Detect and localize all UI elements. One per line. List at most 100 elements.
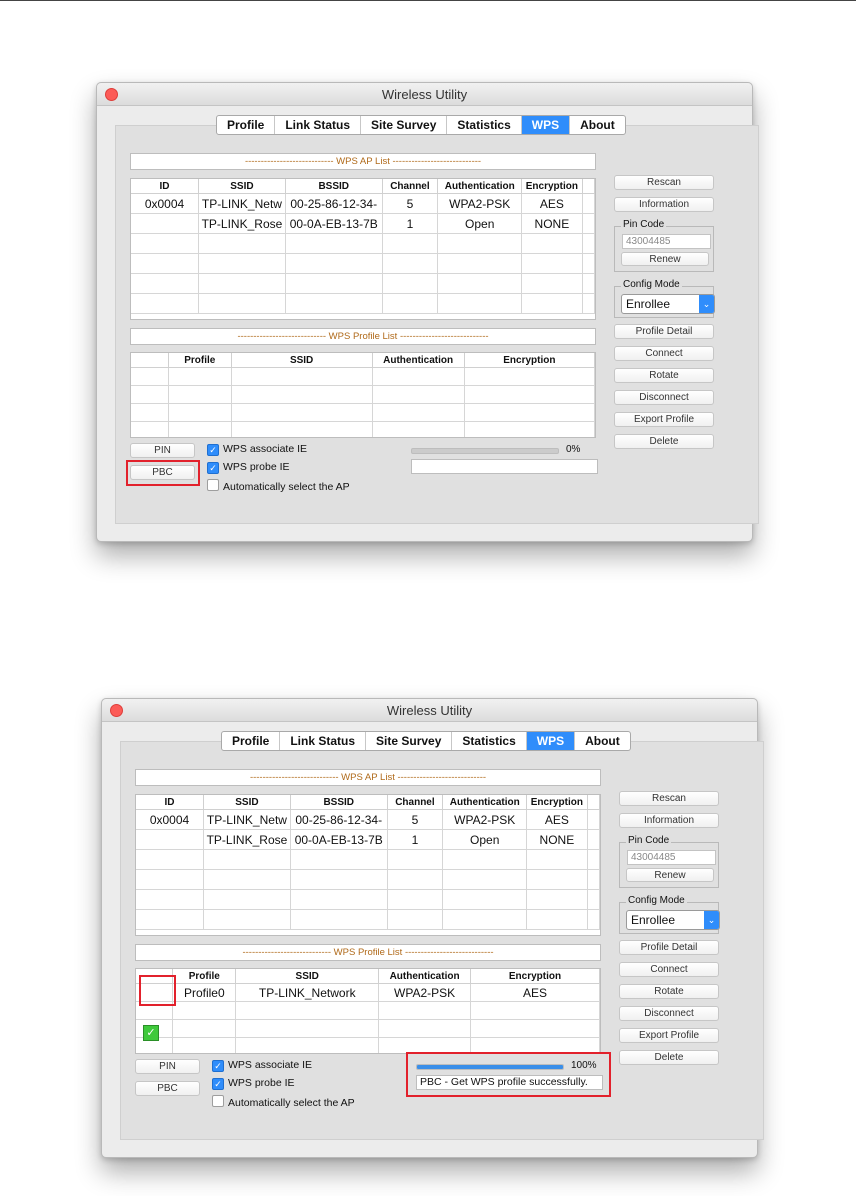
checkbox-wps-associate-ie[interactable]: ✓ WPS associate IE <box>212 1059 312 1072</box>
table-cell <box>172 1037 237 1053</box>
rescan-button[interactable]: Rescan <box>614 175 714 190</box>
checkmark-icon[interactable]: ✓ <box>212 1060 224 1072</box>
pin-button[interactable]: PIN <box>135 1059 200 1074</box>
table-row[interactable]: Profile0 TP-LINK_Network WPA2-PSK AES <box>136 983 600 1002</box>
table-cell <box>382 293 439 314</box>
title-bar: Wireless Utility <box>97 83 752 106</box>
table-row[interactable] <box>131 273 595 294</box>
table-row[interactable] <box>131 367 595 386</box>
checkbox-automatically-select-the-ap[interactable]: Automatically select the AP <box>212 1095 355 1109</box>
table-row[interactable]: TP-LINK_Rose 00-0A-EB-13-7B 1 Open NONE <box>136 829 600 850</box>
export-profile-button[interactable]: Export Profile <box>619 1028 719 1043</box>
connect-button[interactable]: Connect <box>619 962 719 977</box>
tab-about[interactable]: About <box>570 116 625 134</box>
table-row[interactable]: TP-LINK_Rose 00-0A-EB-13-7B 1 Open NONE <box>131 213 595 234</box>
table-cell <box>437 233 523 254</box>
table-cell <box>378 1019 471 1038</box>
tab-profile[interactable]: Profile <box>222 732 281 750</box>
table-row[interactable] <box>131 385 595 404</box>
rotate-button[interactable]: Rotate <box>619 984 719 999</box>
tab-profile[interactable]: Profile <box>217 116 276 134</box>
tab-statistics[interactable]: Statistics <box>447 116 522 134</box>
table-cell: TP-LINK_Rose <box>203 829 291 850</box>
pbc-button[interactable]: PBC <box>135 1081 200 1096</box>
table-cell: Open <box>442 829 528 850</box>
disconnect-button[interactable]: Disconnect <box>619 1006 719 1021</box>
table-cell <box>172 1019 237 1038</box>
empty-checkbox-icon[interactable] <box>207 479 219 491</box>
tab-about[interactable]: About <box>575 732 630 750</box>
pin-code-field[interactable]: 43004485 <box>627 850 716 865</box>
table-cell <box>521 233 583 254</box>
table-cell <box>470 1001 600 1020</box>
table-row[interactable] <box>136 1019 600 1038</box>
profile-list-table: Profile SSID Authentication Encryption <box>131 353 595 437</box>
table-row[interactable] <box>131 233 595 254</box>
column-header-encryption: Encryption <box>470 969 600 984</box>
checkmark-icon[interactable]: ✓ <box>207 462 219 474</box>
pin-button[interactable]: PIN <box>130 443 195 458</box>
information-button[interactable]: Information <box>619 813 719 828</box>
export-profile-button[interactable]: Export Profile <box>614 412 714 427</box>
profile-detail-button[interactable]: Profile Detail <box>619 940 719 955</box>
tab-wps[interactable]: WPS <box>526 732 576 750</box>
profile-list-table: Profile SSID Authentication Encryption Profi… <box>136 969 600 1053</box>
connect-button[interactable]: Connect <box>614 346 714 361</box>
table-row[interactable] <box>131 403 595 422</box>
table-cell <box>136 909 204 930</box>
ap-list-header-row: ID SSID BSSID Channel Authentication Encrypti… <box>136 795 600 810</box>
empty-checkbox-icon[interactable] <box>212 1095 224 1107</box>
config-mode-select[interactable]: Enrollee ⌄ <box>626 910 720 930</box>
table-cell <box>231 367 373 386</box>
checkbox-wps-associate-ie[interactable]: ✓ WPS associate IE <box>207 443 307 456</box>
rotate-button[interactable]: Rotate <box>614 368 714 383</box>
checkbox-wps-probe-ie[interactable]: ✓ WPS probe IE <box>207 461 290 474</box>
tab-site-survey[interactable]: Site Survey <box>366 732 453 750</box>
table-row[interactable] <box>136 1001 600 1020</box>
checkbox-automatically-select-the-ap[interactable]: Automatically select the AP <box>207 479 350 493</box>
wps-profile-list-header: ---------------------------- WPS Profile… <box>135 944 601 961</box>
table-row[interactable] <box>136 889 600 910</box>
table-cell <box>198 233 286 254</box>
table-row[interactable] <box>131 253 595 274</box>
table-row[interactable]: 0x0004 TP-LINK_Netw 00-25-86-12-34- 5 WPA2-P… <box>131 193 595 214</box>
table-row[interactable] <box>136 909 600 930</box>
table-row[interactable]: 0x0004 TP-LINK_Netw 00-25-86-12-34- 5 WPA2-P… <box>136 809 600 830</box>
table-cell <box>464 367 595 386</box>
column-header-authentication: Authentication <box>442 795 528 810</box>
rescan-button[interactable]: Rescan <box>619 791 719 806</box>
table-cell <box>198 273 286 294</box>
config-mode-select[interactable]: Enrollee ⌄ <box>621 294 715 314</box>
table-row[interactable] <box>131 421 595 437</box>
disconnect-button[interactable]: Disconnect <box>614 390 714 405</box>
table-cell: 00-25-86-12-34- <box>285 193 383 214</box>
delete-button[interactable]: Delete <box>614 434 714 449</box>
status-message <box>411 459 598 474</box>
checkmark-icon[interactable]: ✓ <box>207 444 219 456</box>
information-button[interactable]: Information <box>614 197 714 212</box>
renew-button[interactable]: Renew <box>626 868 714 882</box>
tab-site-survey[interactable]: Site Survey <box>361 116 448 134</box>
pin-code-field[interactable]: 43004485 <box>622 234 711 249</box>
tab-link-status[interactable]: Link Status <box>280 732 367 750</box>
profile-selected-check-icon[interactable]: ✓ <box>143 1025 159 1041</box>
tab-link-status[interactable]: Link Status <box>275 116 362 134</box>
table-row[interactable] <box>136 849 600 870</box>
delete-button[interactable]: Delete <box>619 1050 719 1065</box>
table-cell <box>582 213 595 234</box>
checkmark-icon[interactable]: ✓ <box>212 1078 224 1090</box>
checkbox-label: WPS probe IE <box>228 1077 295 1089</box>
table-cell <box>235 1019 380 1038</box>
profile-detail-button[interactable]: Profile Detail <box>614 324 714 339</box>
wps-ap-list: ID SSID BSSID Channel Authentication Encrypti… <box>130 178 596 320</box>
table-row[interactable] <box>136 869 600 890</box>
renew-button[interactable]: Renew <box>621 252 709 266</box>
tab-statistics[interactable]: Statistics <box>452 732 527 750</box>
table-cell <box>203 889 291 910</box>
table-cell <box>526 889 588 910</box>
wps-ap-list-header: ---------------------------- WPS AP List… <box>135 769 601 786</box>
table-row[interactable] <box>131 293 595 314</box>
checkbox-wps-probe-ie[interactable]: ✓ WPS probe IE <box>212 1077 295 1090</box>
column-header-bssid: BSSID <box>290 795 388 810</box>
tab-wps[interactable]: WPS <box>521 116 571 134</box>
